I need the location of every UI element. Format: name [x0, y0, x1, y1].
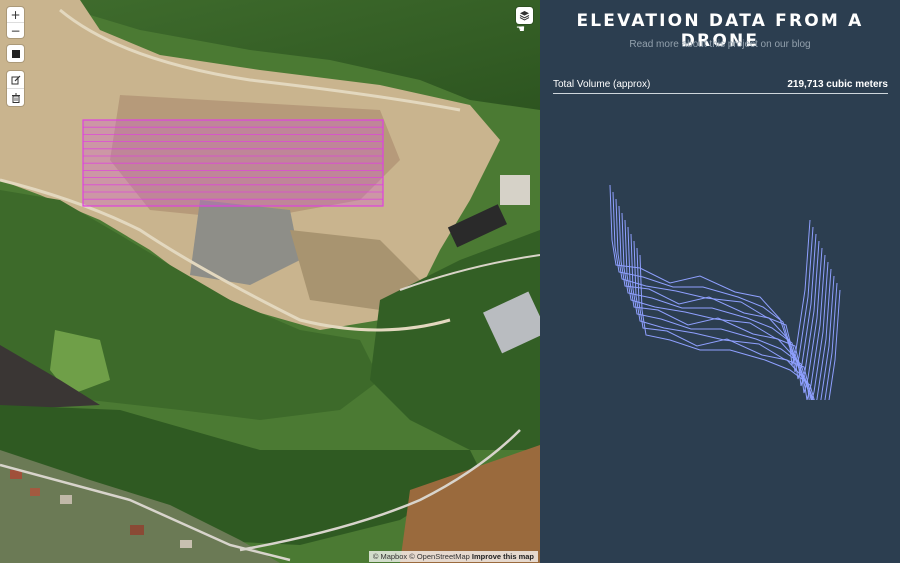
- profile-line: [639, 254, 841, 400]
- volume-row: Total Volume (approx) 219,713 cubic mete…: [553, 78, 888, 94]
- layers-icon: [519, 11, 530, 21]
- edit-control: [7, 71, 24, 106]
- draw-polygon-button[interactable]: [7, 45, 24, 62]
- selection-polygon[interactable]: [0, 0, 540, 563]
- zoom-out-icon: −: [10, 23, 21, 38]
- square-icon: [11, 49, 20, 58]
- zoom-in-icon: +: [10, 7, 21, 22]
- elevation-profile-3d: [609, 184, 841, 400]
- edit-icon: [11, 75, 20, 84]
- profile-line: [618, 205, 820, 387]
- delete-button[interactable]: [7, 89, 24, 106]
- zoom-out-button[interactable]: −: [7, 23, 24, 38]
- draw-polygon-control: [7, 45, 24, 62]
- blog-link[interactable]: Read more about this project on our blog: [540, 39, 900, 50]
- trash-icon: [11, 93, 20, 103]
- map-attribution: © Mapbox © OpenStreetMap Improve this ma…: [368, 551, 538, 562]
- zoom-control: + −: [7, 7, 24, 38]
- edit-button[interactable]: [7, 71, 24, 89]
- volume-value: 219,713 cubic meters: [787, 79, 888, 90]
- volume-label: Total Volume (approx): [553, 79, 651, 90]
- info-panel: ELEVATION DATA FROM A DRONE Read more ab…: [540, 0, 900, 563]
- zoom-in-button[interactable]: +: [7, 7, 24, 23]
- osm-attribution-link[interactable]: © OpenStreetMap: [409, 552, 470, 561]
- improve-map-link[interactable]: Improve this map: [472, 552, 534, 561]
- mapbox-attribution-link[interactable]: © Mapbox: [373, 552, 407, 561]
- profile-line: [627, 226, 829, 400]
- profile-line: [609, 184, 811, 366]
- layers-button[interactable]: [516, 7, 533, 24]
- hand-cursor-icon: ☚: [516, 24, 525, 35]
- map-view[interactable]: + − ☚ © Mapbox © OpenStreetMap Improve t…: [0, 0, 540, 563]
